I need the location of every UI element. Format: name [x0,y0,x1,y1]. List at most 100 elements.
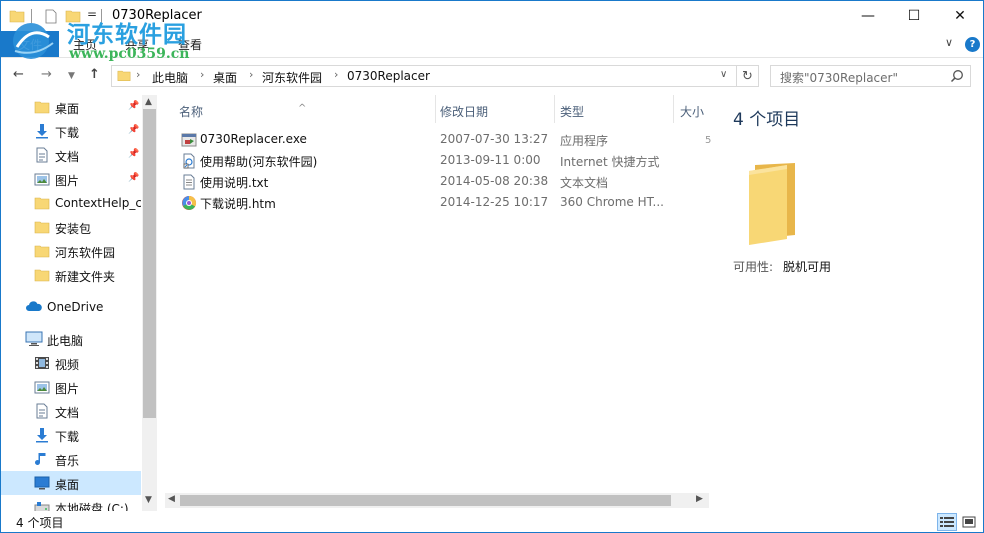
breadcrumb-chevron-icon[interactable]: › [249,68,253,81]
sidebar-item-quick-access[interactable]: 安装包 [1,215,141,239]
forward-arrow-icon[interactable]: → [41,67,52,82]
sidebar-item-label: 桌面 [55,478,80,492]
sidebar-item-label: 本地磁盘 (C:) [55,502,129,511]
breadcrumb-desktop[interactable]: 桌面 [213,69,237,86]
pin-icon[interactable]: 📌 [128,101,139,111]
status-bar: 4 个项目 [1,511,983,532]
back-arrow-icon[interactable]: ← [13,67,24,82]
column-header-label: 类型 [560,105,585,119]
address-bar[interactable]: › 此电脑 › 桌面 › 河东软件园 › 0730Replacer ∨ [111,65,737,87]
file-type: 应用程序 [560,134,609,148]
sidebar-item-pc[interactable]: 音乐 [1,447,141,471]
file-name: 0730Replacer.exe [200,132,307,146]
file-date: 2014-05-08 20:38 [440,174,549,188]
column-header-size[interactable]: 大小 [674,95,709,123]
availability-value: 脱机可用 [783,260,832,274]
column-header-type[interactable]: 类型 [555,95,673,123]
chevron-down-icon[interactable]: ∨ [720,69,727,80]
exe-icon [181,132,197,148]
file-name: 使用说明.txt [200,176,269,190]
breadcrumb-chevron-icon[interactable]: › [200,68,204,81]
sidebar-item-label: 河东软件园 [55,246,116,260]
breadcrumb-hedong[interactable]: 河东软件园 [262,69,322,86]
sidebar-item-quick-access[interactable]: ContextHelp_cr [1,191,141,215]
close-button[interactable]: ✕ [937,1,983,31]
folder-icon [117,69,131,85]
sidebar-item-pc[interactable]: 下载 [1,423,141,447]
large-icons-view-icon[interactable] [959,513,979,531]
status-item-count: 4 个项目 [16,516,64,530]
watermark-url: www.pc0359.cn [69,46,190,62]
nav-pane-scrollbar[interactable]: ▲ ▼ [142,95,157,511]
search-icon[interactable] [950,69,964,83]
sidebar-item-quick-access[interactable]: 图片 📌 [1,167,141,191]
txt-icon [181,174,197,190]
sidebar-item-this-pc[interactable]: 此电脑 [1,327,141,351]
sidebar-item-quick-access[interactable]: 文档 📌 [1,143,141,167]
file-date: 2007-07-30 13:27 [440,132,549,146]
breadcrumb-chevron-icon[interactable]: › [334,68,338,81]
sidebar-item-pc[interactable]: 本地磁盘 (C:) [1,495,141,511]
file-row[interactable]: 下载说明.htm 2014-12-25 10:17 360 Chrome HT... [165,192,709,213]
help-icon[interactable]: ? [965,37,980,52]
sidebar-item-quick-access[interactable]: 桌面 📌 [1,95,141,119]
scrollbar-thumb[interactable] [180,495,671,506]
sidebar-item-onedrive[interactable]: OneDrive [1,295,141,319]
file-row[interactable]: 使用说明.txt 2014-05-08 20:38 文本文档 [165,171,709,192]
up-arrow-icon[interactable]: ↑ [89,67,100,82]
expand-ribbon-button[interactable]: ∨ [945,36,953,49]
file-row[interactable]: 0730Replacer.exe 2007-07-30 13:27 应用程序 [165,129,709,150]
file-name: 使用帮助(河东软件园) [200,155,318,169]
file-row[interactable]: 使用帮助(河东软件园) 2013-09-11 0:00 Internet 快捷方式 [165,150,709,171]
sidebar-item-pc[interactable]: 图片 [1,375,141,399]
sidebar-item-pc[interactable]: 视频 [1,351,141,375]
column-header-name[interactable]: 名称 ^ [165,95,435,123]
column-header-label: 大小 [680,105,705,119]
pin-icon[interactable]: 📌 [128,149,139,159]
file-name: 下载说明.htm [200,197,276,211]
sidebar-item-pc[interactable]: 文档 [1,399,141,423]
sidebar-item-quick-access[interactable]: 新建文件夹 [1,263,141,287]
htm-icon [181,195,197,211]
preview-pane: 4 个项目 可用性: 脱机可用 [717,95,983,511]
sidebar-item-label: 下载 [55,430,80,444]
sidebar-item-quick-access[interactable]: 下载 📌 [1,119,141,143]
shortcut-icon [181,153,197,169]
pin-icon[interactable]: 📌 [128,125,139,135]
recent-locations-chevron-icon[interactable]: ▼ [68,71,75,81]
breadcrumb-current[interactable]: 0730Replacer [347,69,430,83]
maximize-button[interactable]: ☐ [891,1,937,31]
desktop-icon [34,475,50,491]
scroll-down-icon[interactable]: ▼ [145,495,152,505]
scroll-up-icon[interactable]: ▲ [145,97,152,107]
pin-icon[interactable]: 📌 [128,173,139,183]
file-type: 360 Chrome HT... [560,195,664,209]
folder-icon [34,267,50,283]
sidebar-item-label: OneDrive [47,300,104,314]
document-icon [34,147,50,163]
breadcrumb-chevron-icon[interactable]: › [136,68,140,81]
picture-icon [34,171,50,187]
details-view-icon[interactable] [937,513,957,531]
column-header-date[interactable]: 修改日期 [436,95,554,123]
sidebar-item-pc[interactable]: 桌面 [1,471,141,495]
watermark-logo-icon [13,23,54,59]
scrollbar-thumb[interactable] [143,109,156,418]
file-list: 名称 ^ 修改日期 类型 大小 5 0730Replacer.exe 2007-0… [165,95,711,511]
music-icon [34,451,50,467]
scroll-right-icon[interactable]: ▶ [696,494,703,504]
search-input[interactable]: 搜索"0730Replacer" [770,65,971,87]
download-icon [34,427,50,443]
horizontal-scrollbar[interactable]: ◀ ▶ [165,493,709,508]
sidebar-item-quick-access[interactable]: 河东软件园 [1,239,141,263]
document-icon [34,403,50,419]
sidebar-item-label: 文档 [55,150,80,164]
minimize-button[interactable]: — [845,1,891,31]
column-header-label: 名称 [179,105,204,119]
sidebar-item-label: 桌面 [55,102,80,116]
breadcrumb-this-pc[interactable]: 此电脑 [152,69,188,86]
scroll-left-icon[interactable]: ◀ [168,494,175,504]
sidebar-item-label: 视频 [55,358,80,372]
sidebar-item-label: 此电脑 [47,334,84,348]
refresh-icon[interactable]: ↻ [737,65,759,87]
